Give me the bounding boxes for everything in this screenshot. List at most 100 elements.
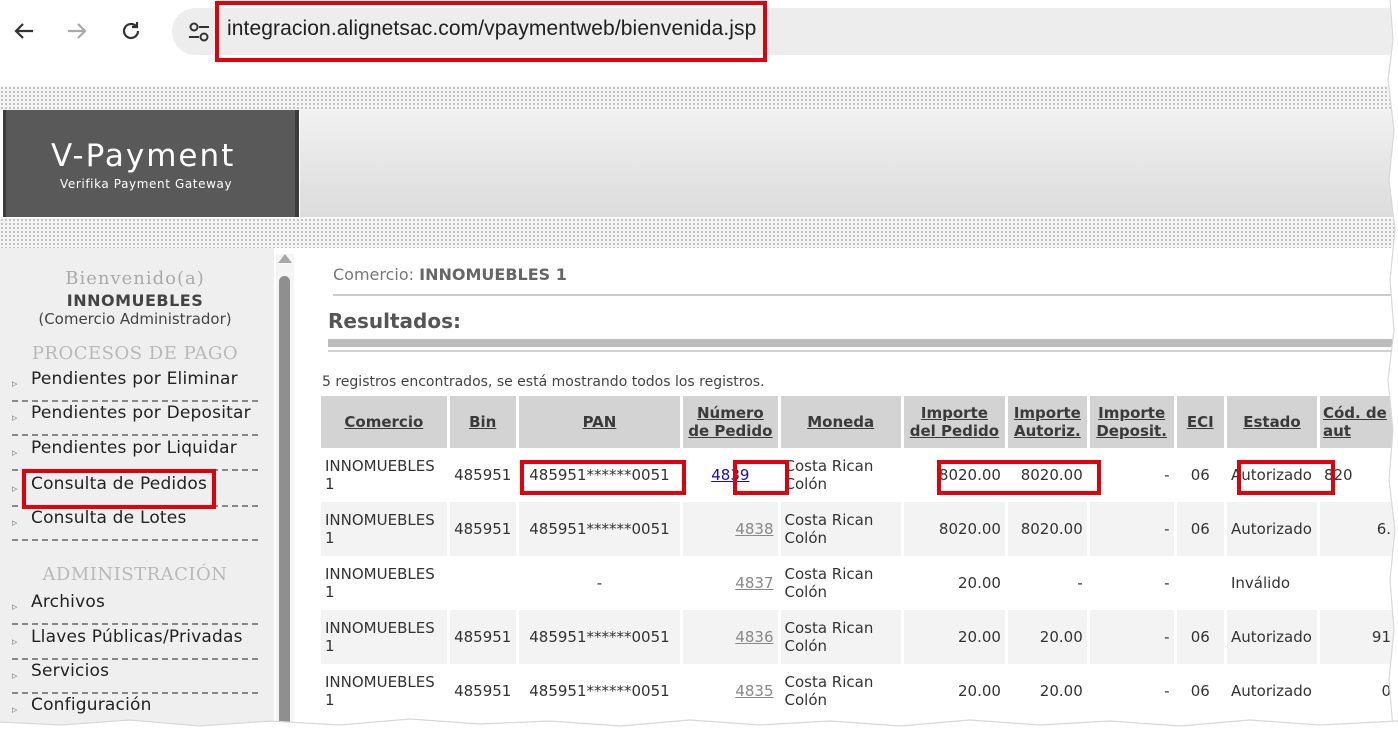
col-header-estado[interactable]: Estado xyxy=(1227,396,1317,448)
divider-thick xyxy=(328,339,1398,347)
header-dot-pattern-lower xyxy=(0,218,1398,248)
table-row: INNOMUEBLES 1 485951 485951******0051 48… xyxy=(321,664,1395,718)
cell-estado: Autorizado xyxy=(1231,466,1312,484)
cell-importe-pedido: 20.00 xyxy=(958,574,1001,592)
sidebar-item-label: Consulta de Pedidos xyxy=(31,474,208,494)
comercio-label: Comercio: xyxy=(333,265,415,284)
merchant-role: (Comercio Administrador) xyxy=(38,310,232,328)
sidebar-item-label: Archivos xyxy=(31,592,106,612)
results-title: Resultados: xyxy=(328,309,461,333)
cell-importe-pedido: 8020.00 xyxy=(938,466,1001,484)
cell-importe-autoriz: - xyxy=(1077,574,1083,592)
back-arrow-icon xyxy=(14,23,33,39)
cell-estado: Autorizado xyxy=(1227,502,1317,556)
col-header-importe-autoriz[interactable]: Importe Autoriz. xyxy=(1007,396,1087,448)
col-header-eci[interactable]: ECI xyxy=(1176,396,1224,448)
merchant-name: INNOMUEBLES xyxy=(66,291,204,310)
cell-bin: 485951 xyxy=(449,502,516,556)
url-text[interactable]: integracion.alignetsac.com/vpaymentweb/b… xyxy=(227,17,756,41)
sidebar-item-label: Configuración xyxy=(31,695,152,715)
vpayment-logo: V-Payment Verifika Payment Gateway xyxy=(3,110,299,217)
cell-eci xyxy=(1177,556,1225,610)
col-header-importe-deposit[interactable]: Importe Deposit. xyxy=(1089,396,1174,448)
cell-eci: 06 xyxy=(1176,610,1224,664)
address-bar[interactable]: integracion.alignetsac.com/vpaymentweb/b… xyxy=(172,8,1398,55)
cell-eci: 06 xyxy=(1190,466,1210,484)
logo-title: V-Payment xyxy=(51,138,236,174)
table-row: INNOMUEBLES 1 485951 485951******0051 48… xyxy=(321,448,1395,502)
torn-edge-bottom xyxy=(0,718,1398,729)
pedido-link[interactable]: 4838 xyxy=(735,520,773,538)
pedido-link[interactable]: 4837 xyxy=(735,574,773,592)
cell-importe-autoriz: 20.00 xyxy=(1007,610,1087,664)
bullet-icon: ▹ xyxy=(12,635,18,648)
site-settings-icon[interactable] xyxy=(186,19,212,45)
sidebar-item-label: Pendientes por Depositar xyxy=(31,403,251,423)
col-header-moneda[interactable]: Moneda xyxy=(780,396,901,448)
sidebar-item-servicios[interactable]: ▹ Servicios xyxy=(12,660,258,694)
cell-importe-autoriz: 20.00 xyxy=(1039,682,1083,700)
torn-edge-right xyxy=(1387,0,1398,729)
sidebar-item-archivos[interactable]: ▹ Archivos xyxy=(12,591,258,625)
bullet-icon: ▹ xyxy=(12,482,18,495)
cell-importe-autoriz: 8020.00 xyxy=(1020,466,1083,484)
cell-pan: 485951******0051 xyxy=(518,610,681,664)
welcome-text: Bienvenido(a) xyxy=(65,268,205,289)
table-row: INNOMUEBLES 1 485951 485951******0051 48… xyxy=(321,502,1395,556)
comercio-value: INNOMUEBLES 1 xyxy=(419,265,567,284)
table-row: INNOMUEBLES 1 - 4837 Costa Rican Colón 2… xyxy=(321,556,1395,610)
sidebar-item-label: Consulta de Lotes xyxy=(31,508,187,528)
pedido-link[interactable]: 4836 xyxy=(735,628,773,646)
scroll-up-arrow-icon[interactable] xyxy=(278,254,292,263)
sidebar-item-pendientes-eliminar[interactable]: ▹ Pendientes por Eliminar xyxy=(12,368,258,402)
col-header-comercio[interactable]: Comercio xyxy=(321,396,447,448)
cell-bin: 485951 xyxy=(449,610,516,664)
table-header-row: Comercio Bin PAN Número de Pedido Moneda… xyxy=(321,396,1395,448)
cell-importe-pedido: 20.00 xyxy=(958,682,1001,700)
bullet-icon: ▹ xyxy=(12,703,18,716)
sidebar: Bienvenido(a) INNOMUEBLES (Comercio Admi… xyxy=(0,248,274,729)
col-header-importe-pedido[interactable]: Importe del Pedido xyxy=(903,396,1005,448)
cell-importe-deposit: - xyxy=(1164,682,1170,700)
cell-bin xyxy=(450,556,516,610)
bullet-icon: ▹ xyxy=(12,411,18,424)
cell-pan: 485951******0051 xyxy=(529,466,670,484)
cell-importe-deposit: - xyxy=(1164,466,1170,484)
table-row: INNOMUEBLES 1 485951 485951******0051 48… xyxy=(321,610,1395,664)
sidebar-item-label: Llaves Públicas/Privadas xyxy=(31,627,243,647)
scroll-thumb[interactable] xyxy=(279,276,290,729)
header-banner xyxy=(300,110,1398,217)
pedido-link[interactable]: 4839 xyxy=(711,466,749,484)
sidebar-item-consulta-lotes[interactable]: ▹ Consulta de Lotes xyxy=(12,507,258,541)
pedido-link[interactable]: 4835 xyxy=(735,682,773,700)
cell-importe-autoriz: 8020.00 xyxy=(1007,502,1087,556)
cell-eci: 06 xyxy=(1176,502,1224,556)
forward-button[interactable] xyxy=(59,13,95,49)
bullet-icon: ▹ xyxy=(12,516,18,529)
section-title-administracion: ADMINISTRACIÓN xyxy=(42,564,228,585)
sidebar-item-pendientes-liquidar[interactable]: ▹ Pendientes por Liquidar xyxy=(12,437,258,471)
cell-pan: 485951******0051 xyxy=(529,682,670,700)
sidebar-scrollbar[interactable] xyxy=(276,254,294,729)
section-title-procesos: PROCESOS DE PAGO xyxy=(31,343,239,364)
cell-importe-pedido: 8020.00 xyxy=(903,502,1005,556)
browser-toolbar: integracion.alignetsac.com/vpaymentweb/b… xyxy=(0,0,1398,66)
sidebar-item-pendientes-depositar[interactable]: ▹ Pendientes por Depositar xyxy=(12,402,258,436)
cell-importe-pedido: 20.00 xyxy=(903,610,1005,664)
logo-subtitle: Verifika Payment Gateway xyxy=(60,177,233,191)
col-header-pedido[interactable]: Número de Pedido xyxy=(683,396,778,448)
back-button[interactable] xyxy=(6,13,42,49)
cell-moneda: Costa Rican Colón xyxy=(784,565,874,601)
cell-moneda: Costa Rican Colón xyxy=(784,457,874,493)
forward-arrow-icon xyxy=(68,23,87,39)
col-header-pan[interactable]: PAN xyxy=(518,396,681,448)
sidebar-item-label: Pendientes por Liquidar xyxy=(31,438,237,458)
sidebar-item-llaves[interactable]: ▹ Llaves Públicas/Privadas xyxy=(12,626,258,660)
cell-pan: 485951******0051 xyxy=(518,502,681,556)
bullet-icon: ▹ xyxy=(12,600,18,613)
sidebar-item-consulta-pedidos[interactable]: ▹ Consulta de Pedidos xyxy=(12,473,258,507)
reload-icon xyxy=(122,22,140,40)
cell-comercio: INNOMUEBLES 1 xyxy=(325,673,435,709)
col-header-bin[interactable]: Bin xyxy=(449,396,516,448)
reload-button[interactable] xyxy=(113,13,149,49)
